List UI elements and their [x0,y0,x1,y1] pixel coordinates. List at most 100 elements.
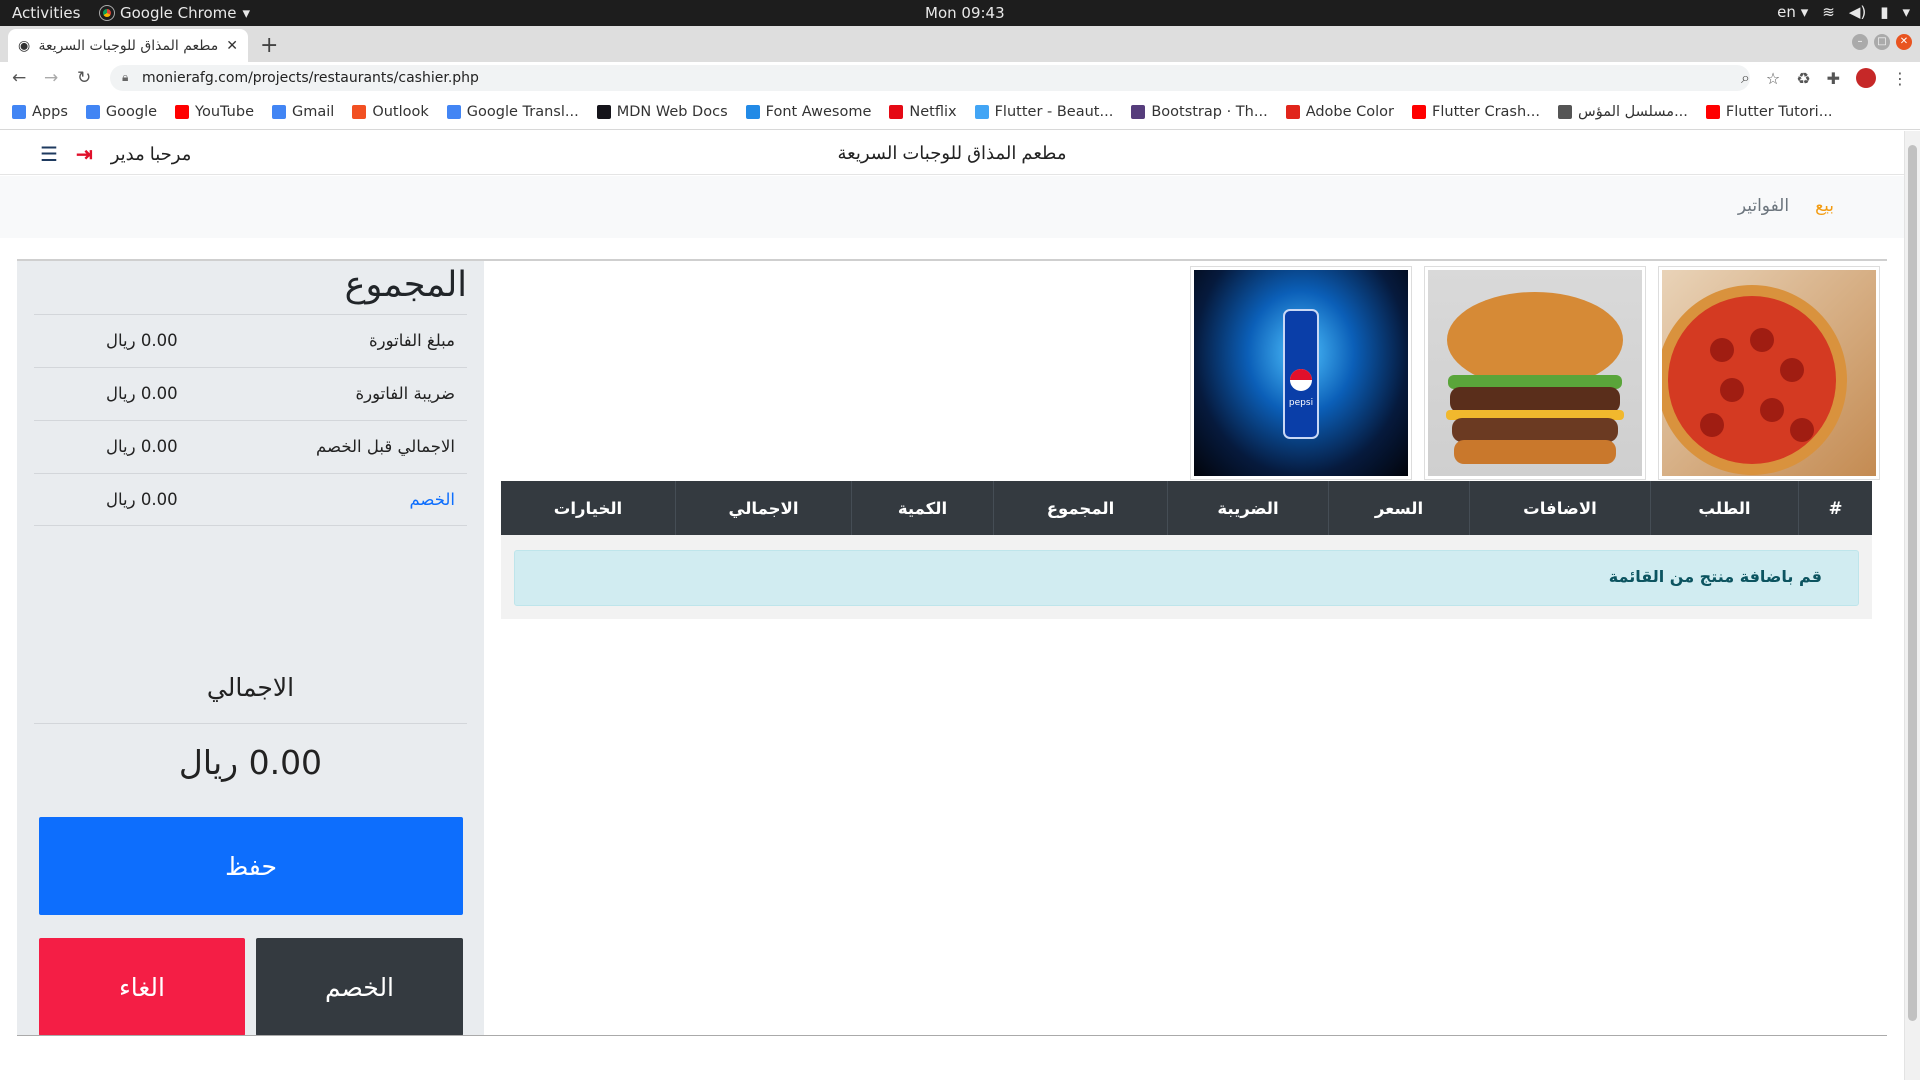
site-title: مطعم المذاق للوجبات السريعة [837,143,1067,163]
bookmark-item[interactable]: Gmail [272,104,334,120]
star-icon[interactable]: ☆ [1766,69,1780,88]
bookmark-item[interactable]: Font Awesome [745,103,872,120]
discount-button[interactable]: الخصم [256,938,463,1036]
divider [17,1035,1887,1036]
sub-navigation: بيع الفواتير [0,176,1904,238]
mdn-icon [596,104,611,119]
nav-invoices-link[interactable]: الفواتير [1738,196,1789,216]
new-tab-button[interactable]: + [260,33,278,58]
page-scrollbar[interactable] [1904,131,1920,1080]
activities-button[interactable]: Activities [12,4,80,22]
bookmark-label: مسلسل المؤس... [1578,103,1688,120]
bookmark-item[interactable]: Flutter Crash... [1412,104,1540,120]
window-controls: – □ ✕ [1852,34,1912,50]
bookmark-item[interactable]: Netflix [889,104,957,120]
bookmark-item[interactable]: Flutter Tutori... [1705,103,1833,120]
product-list: pepsi [1190,266,1880,480]
invoice-tax-row: ضريبة الفاتورة 0.00 ريال [34,367,467,420]
divider [34,723,467,724]
bookmark-label: MDN Web Docs [616,103,728,120]
bookmark-label: YouTube [195,103,254,120]
pepsi-can-text: pepsi [1289,398,1313,408]
url-field[interactable]: 🔒︎ monierafg.com/projects/restaurants/ca… [110,65,1750,91]
system-tray[interactable]: en ▾ ≋ ◀) ▮ ▾ [1777,3,1910,21]
logout-icon[interactable]: ⇥ [76,142,93,167]
netflix-icon [889,104,904,119]
apps-grid-icon [12,104,26,119]
forward-icon[interactable]: → [44,68,58,88]
tab-strip: ◉ مطعم المذاق للوجبات السريعة ✕ + – □ ✕ [0,26,1920,62]
bookmark-item[interactable]: مسلسل المؤس... [1558,104,1688,120]
adobe-icon [1285,104,1300,119]
language-indicator[interactable]: en ▾ [1777,3,1808,21]
nav-sell-link[interactable]: بيع [1815,196,1834,216]
discount-link[interactable]: الخصم [409,490,455,509]
app-menu[interactable]: Google Chrome ▾ [99,4,251,22]
chevron-down-icon: ▾ [1902,3,1910,21]
scrollbar-thumb[interactable] [1908,145,1917,1021]
column-header: السعر [1328,481,1469,535]
save-button[interactable]: حفظ [39,817,463,915]
totals-heading: المجموع [344,265,467,305]
bookmarks-bar: Apps Google YouTube Gmail Outlook Google Tran… [0,94,1920,130]
burger-image [1428,270,1642,476]
youtube-icon [1412,104,1427,119]
app-name: Google Chrome [120,4,237,22]
profile-avatar[interactable] [1856,68,1876,88]
product-card-pizza[interactable] [1658,266,1880,480]
bookmark-item[interactable]: YouTube [175,104,254,120]
lock-icon: 🔒︎ [122,70,129,84]
browser-actions: ⌕ ☆ ♻ ✚ ⋮ [1741,68,1908,88]
bookmark-item[interactable]: Google [85,103,158,120]
battery-icon: ▮ [1880,3,1889,21]
chevron-down-icon: ▾ [242,4,251,22]
invoice-amount-row: مبلغ الفاتورة 0.00 ريال [34,314,467,367]
url-text: monierafg.com/projects/restaurants/cashi… [142,70,479,86]
bookmark-item[interactable]: Bootstrap · Th... [1131,103,1268,120]
outlook-icon [352,104,367,119]
bookmark-item[interactable]: MDN Web Docs [596,103,728,120]
bookmark-item[interactable]: Adobe Color [1285,103,1395,120]
discount-row: الخصم 0.00 ريال [34,473,467,526]
minimize-icon[interactable]: – [1852,34,1868,50]
extension-recycle-icon[interactable]: ♻ [1796,69,1810,88]
tab-title: مطعم المذاق للوجبات السريعة [38,37,219,54]
pepsi-can-image: pepsi [1194,270,1408,476]
product-card-pepsi[interactable]: pepsi [1190,266,1412,480]
browser-tab[interactable]: ◉ مطعم المذاق للوجبات السريعة ✕ [8,29,248,62]
cancel-button[interactable]: الغاء [39,938,245,1036]
bookmark-item[interactable]: Flutter - Beaut... [974,104,1113,120]
grand-total-value: 0.00 ريال [178,743,323,782]
bookmark-item[interactable]: Google Transl... [446,104,579,120]
close-icon[interactable]: ✕ [226,38,238,54]
bookmark-label: Google [105,103,158,120]
bookmark-item[interactable]: Outlook [352,104,429,120]
column-header: الضريبة [1167,481,1328,535]
bookmark-label: Apps [32,103,68,120]
product-card-burger[interactable] [1424,266,1646,480]
database-icon[interactable]: ☰ [40,142,58,167]
os-top-bar: Activities Google Chrome ▾ Mon 09:43 en … [0,0,1920,26]
totals-panel: المجموع مبلغ الفاتورة 0.00 ريال ضريبة ال… [17,261,484,1036]
chrome-icon [99,5,115,21]
column-header: الكمية [851,481,993,535]
bookmark-label: Adobe Color [1305,103,1395,120]
reload-icon[interactable]: ↻ [77,68,91,88]
volume-icon: ◀) [1848,3,1867,21]
zoom-icon[interactable]: ⌕ [1741,68,1750,88]
wifi-icon: ≋ [1822,3,1835,21]
kebab-menu-icon[interactable]: ⋮ [1892,69,1908,88]
address-bar-row: ← → ↻ 🔒︎ monierafg.com/projects/restaura… [0,62,1920,94]
bookmark-item[interactable]: Apps [12,104,68,120]
column-header: # [1798,481,1872,535]
bookmark-label: Flutter Tutori... [1725,103,1833,120]
clock[interactable]: Mon 09:43 [925,4,1005,22]
column-header: الطلب [1650,481,1798,535]
maximize-icon[interactable]: □ [1874,34,1890,50]
bookmark-label: Bootstrap · Th... [1151,103,1268,120]
bookmark-label: Font Awesome [765,103,872,120]
google-icon [85,104,100,119]
close-window-icon[interactable]: ✕ [1896,34,1912,50]
back-icon[interactable]: ← [12,68,26,88]
extensions-icon[interactable]: ✚ [1827,69,1840,88]
